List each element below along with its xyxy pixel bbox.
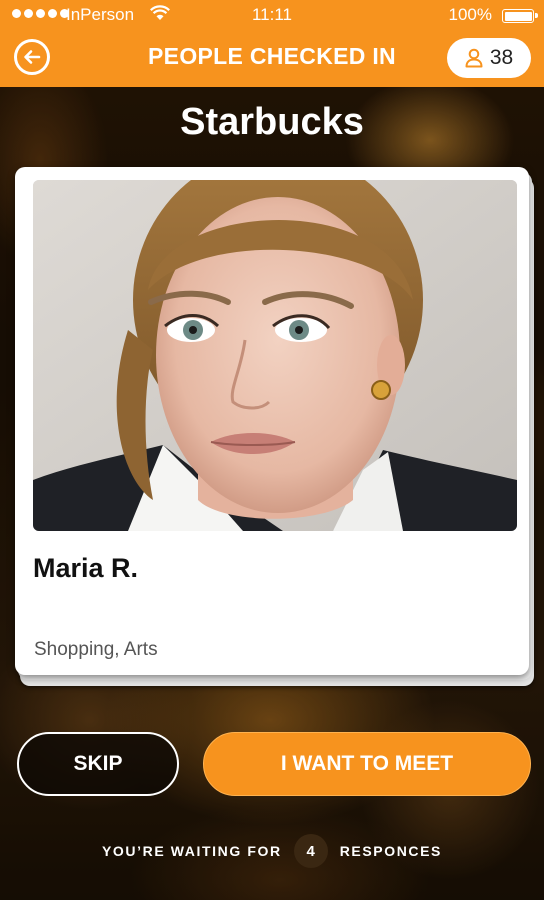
person-icon [465, 48, 483, 68]
profile-photo [33, 180, 517, 531]
battery-icon [502, 9, 538, 23]
status-bar: InPerson 11:11 100% [0, 0, 544, 30]
responses-count-badge: 4 [293, 834, 328, 868]
skip-button[interactable]: SKIP [17, 732, 179, 796]
want-to-meet-button[interactable]: I WANT TO MEET [203, 732, 531, 796]
profile-name: Maria R. [33, 553, 139, 583]
waiting-status: YOU’RE WAITING FOR 4 RESPONCES [0, 833, 544, 869]
checked-in-count: 38 [489, 46, 514, 69]
battery-percentage: 100% [448, 5, 492, 24]
portrait-illustration [33, 180, 517, 531]
app-header: InPerson 11:11 100% PEOPLE CHECKED IN 38 [0, 0, 544, 87]
venue-name: Starbucks [180, 101, 364, 143]
profile-card[interactable]: Maria R. Shopping, Arts [15, 167, 529, 675]
checked-in-count-badge[interactable]: 38 [447, 38, 531, 78]
waiting-suffix: RESPONCES [339, 843, 442, 859]
waiting-prefix: YOU’RE WAITING FOR [101, 843, 282, 859]
profile-interests: Shopping, Arts [34, 639, 158, 660]
